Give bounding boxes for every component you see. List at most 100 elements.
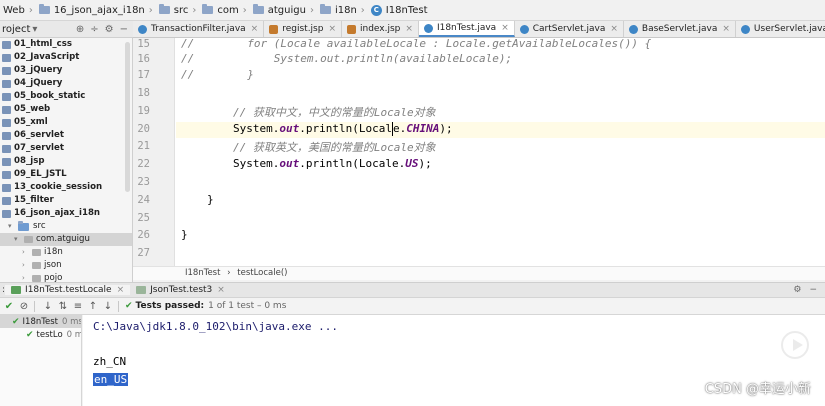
tab-i18ntest[interactable]: I18nTest.java × [418,21,515,37]
gear-icon[interactable]: ⚙ [793,285,801,295]
module-icon [2,118,11,127]
sort-duration-icon[interactable]: ⇅ [57,300,69,312]
tab-index-jsp[interactable]: index.jsp × [342,21,419,37]
tree-item-01_html_css[interactable]: 01_html_css [0,38,132,51]
tab-userservlet[interactable]: UserServlet.java× [736,21,825,37]
show-passed-icon[interactable]: ✔ [3,300,15,312]
tree-item-03_jquery[interactable]: 03_jQuery [0,64,132,77]
package-icon [32,275,41,282]
code-line-17: // } [181,68,254,81]
console-output-line: zh_CN [93,355,127,368]
play-icon[interactable] [781,331,809,359]
gear-icon[interactable]: ⚙ [105,24,114,35]
test-row-class[interactable]: ✔ I18nTest 0 ms [0,315,81,328]
project-panel-title[interactable]: roject [2,24,30,35]
close-icon[interactable]: × [117,285,125,295]
prev-failed-icon[interactable]: ↑ [87,300,99,312]
chevron-right-icon: › [309,4,314,16]
toolbar-divider [34,300,35,312]
breadcrumb-item-src[interactable]: src › [156,4,200,16]
breadcrumb-item-i18n[interactable]: i18n › [317,4,368,16]
close-icon[interactable]: × [501,23,509,33]
module-icon [2,183,11,192]
close-icon[interactable]: × [722,24,730,34]
chevron-right-icon[interactable]: › [22,246,30,259]
folder-icon [252,4,264,14]
line-number: 24 [137,194,150,206]
crumb-class[interactable]: I18nTest [185,268,220,278]
collapse-icon[interactable]: ÷ [90,24,98,35]
run-tab-testlocale[interactable]: I18nTest.testLocale × [5,285,131,295]
breadcrumb-item-class[interactable]: C I18nTest [368,4,431,16]
chevron-right-icon: › [28,4,33,16]
tree-item-06_servlet[interactable]: 06_servlet [0,129,132,142]
tab-transactionfilter[interactable]: TransactionFilter.java × [133,21,265,37]
tab-baseservlet[interactable]: BaseServlet.java × [624,21,736,37]
junit-run-icon [11,286,22,294]
project-tree-scrollbar[interactable] [125,42,130,192]
chevron-right-icon[interactable]: › [22,272,30,282]
tree-item-05_xml[interactable]: 05_xml [0,116,132,129]
tree-item-09_el_jstl[interactable]: 09_EL_JSTL [0,168,132,181]
close-icon[interactable]: × [328,24,336,34]
tree-item-pojo[interactable]: › pojo [0,272,132,282]
java-class-icon [740,24,750,34]
folder-icon [38,4,50,14]
tree-item-05_book_static[interactable]: 05_book_static [0,90,132,103]
close-icon[interactable]: × [217,285,225,295]
line-number-gutter: 15 16 17 18 19 20 21 22 23 24 25 26 27 [133,38,175,266]
show-ignored-icon[interactable]: ⊘ [18,300,30,312]
close-icon[interactable]: × [251,24,259,34]
tree-item-com-atguigu[interactable]: ▾ com.atguigu [0,233,132,246]
folder-icon [18,220,29,231]
line-number: 16 [137,53,150,65]
tree-item-15_filter[interactable]: 15_filter [0,194,132,207]
watermark: CSDN @幸运小新 [704,382,811,397]
tree-item-src[interactable]: ▾ src [0,220,132,233]
test-row-method[interactable]: ✔ testLo 0 ms [0,328,81,341]
tree-item-05_web[interactable]: 05_web [0,103,132,116]
tree-item-16_json_ajax_i18n[interactable]: 16_json_ajax_i18n [0,207,132,220]
tree-item-i18n[interactable]: › i18n [0,246,132,259]
code-editor[interactable]: 15 16 17 18 19 20 21 22 23 24 25 26 27 /… [133,38,825,266]
run-tab-jsontest[interactable]: JsonTest.test3 × [130,285,231,295]
tree-item-13_cookie_session[interactable]: 13_cookie_session [0,181,132,194]
java-class-icon: C [370,4,382,16]
breadcrumb-item-atguigu[interactable]: atguigu › [250,4,317,16]
tree-item-04_jquery[interactable]: 04_jQuery [0,77,132,90]
code-line-15: // for (Locale availableLocale : Locale.… [181,38,652,50]
module-icon [2,92,11,101]
line-number: 22 [137,158,150,170]
tests-passed-detail: 1 of 1 test – 0 ms [208,301,287,311]
locate-icon[interactable]: ⊕ [76,24,84,35]
chevron-down-icon[interactable]: ▾ [32,24,37,35]
module-icon [2,79,11,88]
module-icon [2,196,11,205]
tree-item-07_servlet[interactable]: 07_servlet [0,142,132,155]
chevron-right-icon: › [148,4,153,16]
crumb-method[interactable]: testLocale() [237,268,287,278]
sort-alpha-icon[interactable]: ↓ [42,300,54,312]
chevron-down-icon[interactable]: ▾ [14,233,22,246]
minimize-icon[interactable]: − [120,24,128,35]
chevron-right-icon[interactable]: › [22,259,30,272]
test-status: ✔ Tests passed: 1 of 1 test – 0 ms [125,301,286,311]
tree-item-08_jsp[interactable]: 08_jsp [0,155,132,168]
jsp-file-icon [269,24,279,34]
next-failed-icon[interactable]: ↓ [102,300,114,312]
breadcrumb-item-com[interactable]: com › [199,4,249,16]
tree-item-json[interactable]: › json [0,259,132,272]
tab-cartservlet[interactable]: CartServlet.java × [515,21,624,37]
code-line-16: // System.out.println(availableLocale); [181,52,513,65]
tab-regist-jsp[interactable]: regist.jsp × [264,21,342,37]
breadcrumb-item-web[interactable]: Web › [0,5,36,16]
minimize-icon[interactable]: − [809,285,817,295]
tree-item-02_javascript[interactable]: 02_JavaScript [0,51,132,64]
close-icon[interactable]: × [610,24,618,34]
breadcrumb-item-module[interactable]: 16_json_ajax_i18n › [36,4,156,16]
chevron-down-icon[interactable]: ▾ [8,220,16,233]
close-icon[interactable]: × [405,24,413,34]
module-icon [2,105,11,114]
expand-all-icon[interactable]: ≡ [72,300,84,312]
line-number: 15 [137,38,150,50]
